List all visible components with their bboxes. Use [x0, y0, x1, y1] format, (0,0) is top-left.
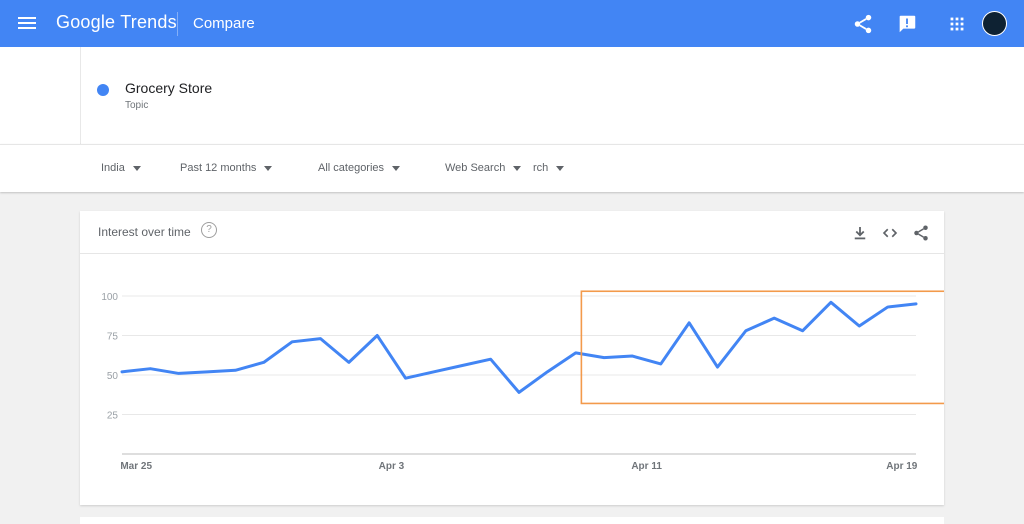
- feedback-icon[interactable]: [896, 13, 918, 35]
- chevron-down-icon: [392, 165, 401, 171]
- x-tick-label-1: Apr 3: [379, 461, 405, 472]
- y-tick-label-100: 100: [101, 292, 118, 303]
- search-type-filter[interactable]: Web Search: [445, 162, 522, 174]
- category-filter[interactable]: All categories: [318, 162, 401, 174]
- x-tick-label-3: Apr 19: [886, 461, 918, 472]
- extra-filter-label: rch: [533, 162, 549, 174]
- embed-code-icon[interactable]: [881, 224, 899, 242]
- category-filter-label: All categories: [318, 162, 385, 174]
- google-trends-logo[interactable]: Google Trends: [56, 12, 177, 33]
- chevron-down-icon: [513, 165, 522, 171]
- x-tick-label-2: Apr 11: [631, 461, 662, 472]
- time-filter-label: Past 12 months: [180, 162, 257, 174]
- search-type-filter-label: Web Search: [445, 162, 506, 174]
- y-tick-label-25: 25: [107, 411, 119, 422]
- download-icon[interactable]: [851, 224, 869, 242]
- interest-over-time-card: 25 50 75 100 Mar 25 Apr 3 Apr 11 Apr 19 Interes…: [80, 211, 944, 505]
- compare-terms-panel: Grocery Store Topic: [0, 47, 1024, 144]
- menu-icon[interactable]: [16, 14, 38, 34]
- search-term-name[interactable]: Grocery Store: [125, 80, 212, 96]
- term-color-dot: [97, 84, 109, 96]
- extra-filter[interactable]: rch: [533, 162, 565, 174]
- logo-google: Google: [56, 12, 116, 32]
- apps-grid-icon[interactable]: [946, 13, 968, 35]
- card-title: Interest over time: [98, 225, 191, 239]
- header-divider: [177, 12, 178, 36]
- card-header: Interest over time ?: [80, 211, 944, 254]
- chevron-down-icon: [132, 165, 141, 171]
- chevron-down-icon: [556, 165, 565, 171]
- region-filter[interactable]: India: [101, 162, 141, 174]
- series-line-0: [120, 300, 918, 394]
- compare-left-spacer: [0, 47, 81, 144]
- share-icon[interactable]: [912, 224, 930, 242]
- search-term-type: Topic: [125, 100, 149, 111]
- logo-trends: Trends: [120, 12, 177, 32]
- y-tick-label-50: 50: [107, 371, 119, 382]
- x-tick-label-0: Mar 25: [120, 461, 152, 472]
- filter-bar: India Past 12 months All categories Web …: [0, 144, 1024, 192]
- page-title: Compare: [193, 15, 255, 32]
- interest-over-time-chart: 25 50 75 100 Mar 25 Apr 3 Apr 11 Apr 19: [101, 290, 944, 472]
- region-filter-label: India: [101, 162, 125, 174]
- share-icon[interactable]: [852, 13, 874, 35]
- y-tick-label-75: 75: [107, 332, 119, 343]
- next-card-edge: [80, 517, 944, 524]
- time-filter[interactable]: Past 12 months: [180, 162, 273, 174]
- chevron-down-icon: [264, 165, 273, 171]
- top-app-bar: Google Trends Compare: [0, 0, 1024, 47]
- help-icon[interactable]: ?: [201, 222, 217, 238]
- account-avatar[interactable]: [982, 11, 1007, 36]
